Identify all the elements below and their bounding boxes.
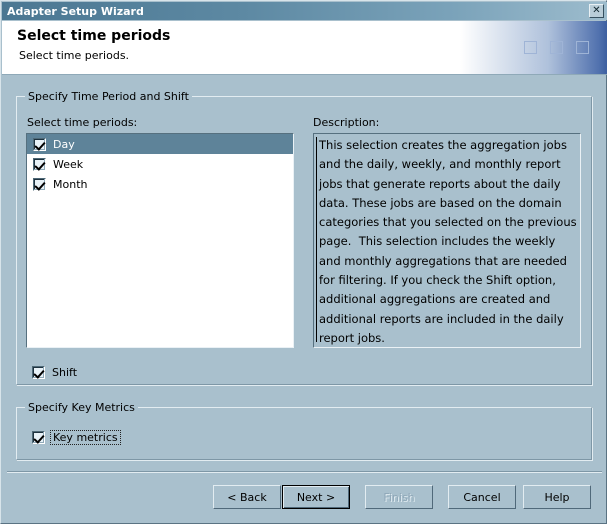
group-legend-time-period: Specify Time Period and Shift [25, 90, 192, 103]
title-bar: Adapter Setup Wizard ✕ [2, 2, 607, 20]
checkbox-icon[interactable] [32, 431, 45, 444]
button-bar-separator [7, 471, 602, 473]
wizard-header: Select time periods Select time periods. [2, 21, 607, 75]
label-description: Description: [313, 116, 380, 129]
button-bar: < Back Next > Finish Cancel Help [1, 485, 607, 511]
checkbox-key-metrics[interactable]: Key metrics [32, 430, 121, 445]
checkbox-icon[interactable] [33, 177, 46, 191]
description-textbox[interactable]: This selection creates the aggregation j… [313, 133, 581, 348]
header-square-icon [524, 41, 537, 54]
checkbox-icon[interactable] [33, 157, 46, 171]
text-caret [316, 137, 317, 342]
wizard-dialog: Adapter Setup Wizard ✕ Select time perio… [0, 0, 607, 524]
window-title: Adapter Setup Wizard [7, 4, 144, 18]
list-item[interactable]: Day [27, 134, 293, 154]
list-item-label: Week [53, 157, 84, 171]
time-periods-listbox[interactable]: Day Week Month [26, 133, 294, 348]
page-subtitle: Select time periods. [19, 49, 130, 62]
cancel-button[interactable]: Cancel [448, 485, 516, 509]
close-icon[interactable]: ✕ [589, 4, 604, 18]
checkbox-icon[interactable] [32, 366, 45, 379]
next-button[interactable]: Next > [282, 485, 350, 509]
header-square-icon [550, 41, 563, 54]
list-item[interactable]: Month [27, 174, 293, 194]
checkbox-icon[interactable] [33, 137, 46, 151]
header-square-icon [576, 41, 589, 54]
finish-button: Finish [365, 485, 433, 509]
header-squares-decoration [524, 41, 589, 54]
list-item-label: Day [53, 137, 75, 151]
list-item[interactable]: Week [27, 154, 293, 174]
list-item-label: Month [53, 177, 88, 191]
checkbox-shift-label: Shift [52, 366, 78, 379]
help-button[interactable]: Help [523, 485, 591, 509]
back-button[interactable]: < Back [213, 485, 281, 509]
label-select-time-periods: Select time periods: [27, 116, 138, 129]
checkbox-shift[interactable]: Shift [32, 366, 77, 379]
page-title: Select time periods [17, 28, 171, 44]
checkbox-key-metrics-label: Key metrics [50, 430, 121, 445]
description-text: This selection creates the aggregation j… [319, 138, 581, 345]
group-legend-key-metrics: Specify Key Metrics [25, 401, 138, 414]
